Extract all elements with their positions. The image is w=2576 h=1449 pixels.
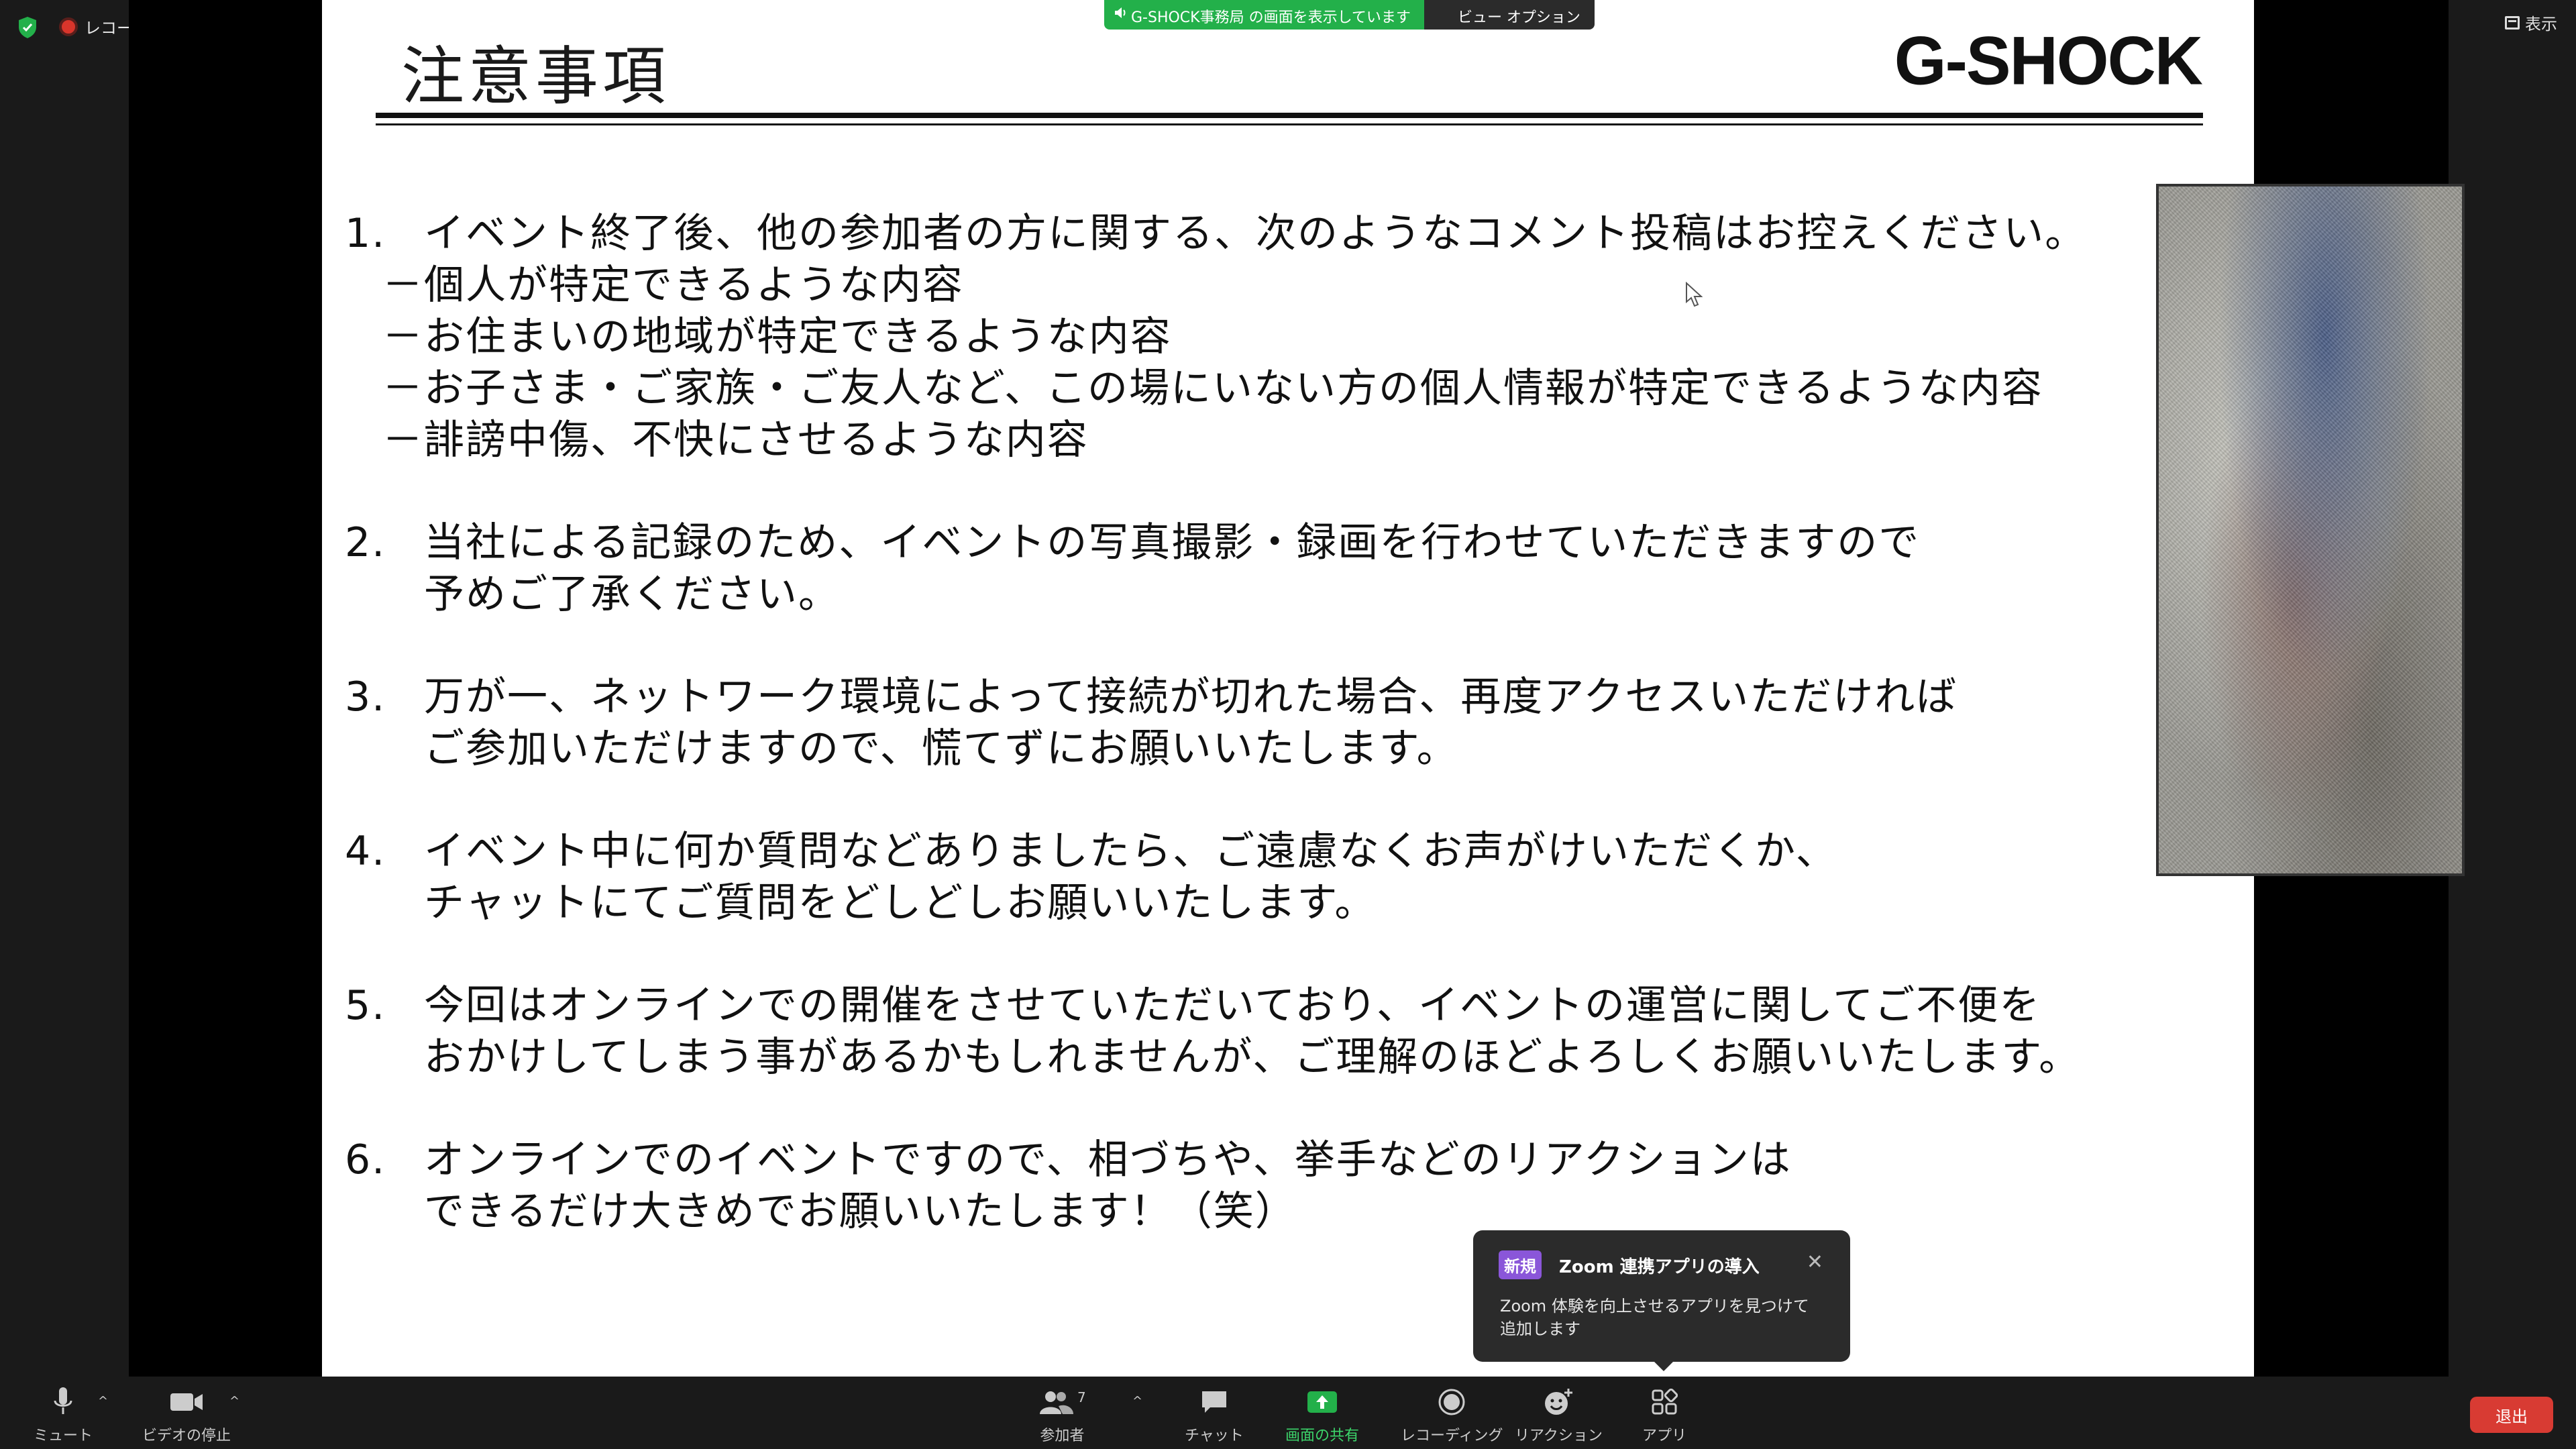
participants-label: 参加者 [1040,1428,1085,1444]
video-noise-texture [2159,186,2462,873]
notice-line: 万が一、ネットワーク環境によって接続が切れた場合、再度アクセスいただければ [424,674,1958,720]
participant-video-thumbnail[interactable] [2156,184,2465,876]
notice-item-5: 5. 今回はオンラインでの開催をさせていただいており、イベントの運営に関してご不… [345,980,2196,1083]
notice-number: 3. [345,674,386,720]
stop-video-label: ビデオの停止 [142,1428,231,1444]
sharing-indicator: G-SHOCK事務局 の画面を表示しています [1104,0,1424,30]
notice-subitem: －誹謗中傷、不快にさせるような内容 [382,417,1089,464]
view-label: 表示 [2525,15,2557,34]
notice-line: チャットにてご質問をどしどしお願いいたします。 [424,879,1377,926]
new-badge: 新規 [1499,1250,1542,1279]
recording-icon [59,17,78,36]
title-rule-thin [376,123,2203,125]
chat-button[interactable]: チャット [1185,1386,1244,1445]
title-rule-thick [376,113,2203,118]
video-camera-icon [170,1393,203,1411]
notice-line: 今回はオンラインでの開催をさせていただいており、イベントの運営に関してご不便を [424,982,2041,1029]
notice-item-3: 3. 万が一、ネットワーク環境によって接続が切れた場合、再度アクセスいただければ… [345,672,2196,775]
notice-subitem: －お子さま・ご家族・ご友人など、この場にいない方の個人情報が特定できるような内容 [382,365,2043,412]
notice-list: 1. イベント終了後、他の参加者の方に関する、次のようなコメント投稿はお控えくだ… [345,208,2196,1238]
tooltip-title: Zoom 連携アプリの導入 [1559,1257,1760,1277]
notice-number: 5. [345,982,386,1029]
mouse-cursor-icon [1686,282,1703,307]
tooltip-body: Zoom 体験を向上させるアプリを見つけて追加します [1500,1297,1809,1338]
speaker-icon [1115,7,1126,18]
mute-label: ミュート [34,1428,93,1444]
notice-item-2: 2. 当社による記録のため、イベントの写真撮影・録画を行わせていただきますので … [345,517,2196,621]
notice-item-6: 6. オンラインでのイベントですので、相づちや、挙手などのリアクションは できる… [345,1134,2196,1238]
notice-item-4: 4. イベント中に何か質問などありましたら、ご遠慮なくお声がけいただくか、 チャ… [345,826,2196,929]
video-options-chevron-icon[interactable]: ^ [229,1394,239,1408]
share-screen-button[interactable]: 画面の共有 [1285,1386,1359,1445]
notice-line: イベント中に何か質問などありましたら、ご遠慮なくお声がけいただくか、 [424,828,1837,875]
notice-line: できるだけ大きめでお願いいたします！（笑） [424,1188,1297,1235]
notice-item-1: 1. イベント終了後、他の参加者の方に関する、次のようなコメント投稿はお控えくだ… [345,208,2196,466]
notice-number: 6. [345,1136,386,1183]
chat-icon [1201,1391,1226,1413]
chat-label: チャット [1185,1428,1244,1444]
view-button[interactable]: 表示 [2505,11,2557,34]
participants-icon [1040,1391,1073,1414]
notice-subitem: －個人が特定できるような内容 [382,262,964,309]
notice-line: 当社による記録のため、イベントの写真撮影・録画を行わせていただきますので [424,519,1921,566]
apps-label: アプリ [1642,1428,1687,1444]
notice-line: 予めご了承ください。 [424,571,840,618]
notice-number: 4. [345,828,386,875]
leave-meeting-button[interactable]: 退出 [2470,1397,2553,1433]
slide-title: 注意事項 [401,40,670,113]
shield-icon[interactable] [17,16,38,39]
record-icon [1438,1389,1465,1415]
sharing-text: G-SHOCK事務局 の画面を表示しています [1131,9,1411,26]
notice-line: ご参加いただけますので、慌てずにお願いいたします。 [424,725,1458,772]
stop-video-button[interactable]: ビデオの停止 [142,1386,231,1445]
participants-count: 7 [1077,1389,1086,1405]
zoom-apps-tooltip: 新規 Zoom 連携アプリの導入 ✕ Zoom 体験を向上させるアプリを見つけて… [1473,1230,1850,1371]
mute-button[interactable]: ミュート [34,1386,93,1445]
reactions-button[interactable]: リアクション [1515,1386,1603,1445]
reactions-smiley-icon [1545,1389,1573,1415]
notice-number: 2. [345,519,386,566]
shared-screen-slide: 注意事項 G-SHOCK 1. イベント終了後、他の参加者の方に関する、次のよう… [322,0,2254,1377]
close-icon[interactable]: ✕ [1807,1250,1823,1274]
letterbox-left [129,0,322,1377]
view-options-button[interactable]: ビュー オプション ⌄ [1424,0,1595,30]
record-button[interactable]: レコーディング [1401,1386,1503,1445]
microphone-icon [54,1387,72,1414]
share-screen-label: 画面の共有 [1285,1428,1360,1444]
apps-icon [1652,1389,1678,1415]
notice-number: 1. [345,210,386,257]
audio-options-chevron-icon[interactable]: ^ [98,1394,108,1408]
notice-line: イベント終了後、他の参加者の方に関する、次のようなコメント投稿はお控えください。 [424,210,2087,257]
participants-button[interactable]: 7 参加者 [1038,1386,1086,1445]
participants-options-chevron-icon[interactable]: ^ [1132,1394,1142,1408]
meeting-toolbar: ミュート ^ ビデオの停止 ^ 7 参加者 ^ チャット 画面の共有 レコーディ… [0,1377,2576,1449]
notice-line: オンラインでのイベントですので、相づちや、挙手などのリアクションは [424,1136,1792,1183]
notice-subitem: －お住まいの地域が特定できるような内容 [382,313,1172,360]
record-label: レコーディング [1401,1428,1503,1444]
reactions-label: リアクション [1515,1428,1603,1444]
screen-share-banner: G-SHOCK事務局 の画面を表示しています ビュー オプション ⌄ [1104,0,1595,30]
g-shock-logo: G-SHOCK [1894,22,2203,100]
share-screen-icon [1307,1391,1337,1413]
apps-button[interactable]: アプリ [1642,1386,1686,1445]
notice-line: おかけしてしまう事があるかもしれませんが、ご理解のほどよろしくお願いいたします。 [424,1034,2081,1081]
view-icon [2505,15,2520,30]
